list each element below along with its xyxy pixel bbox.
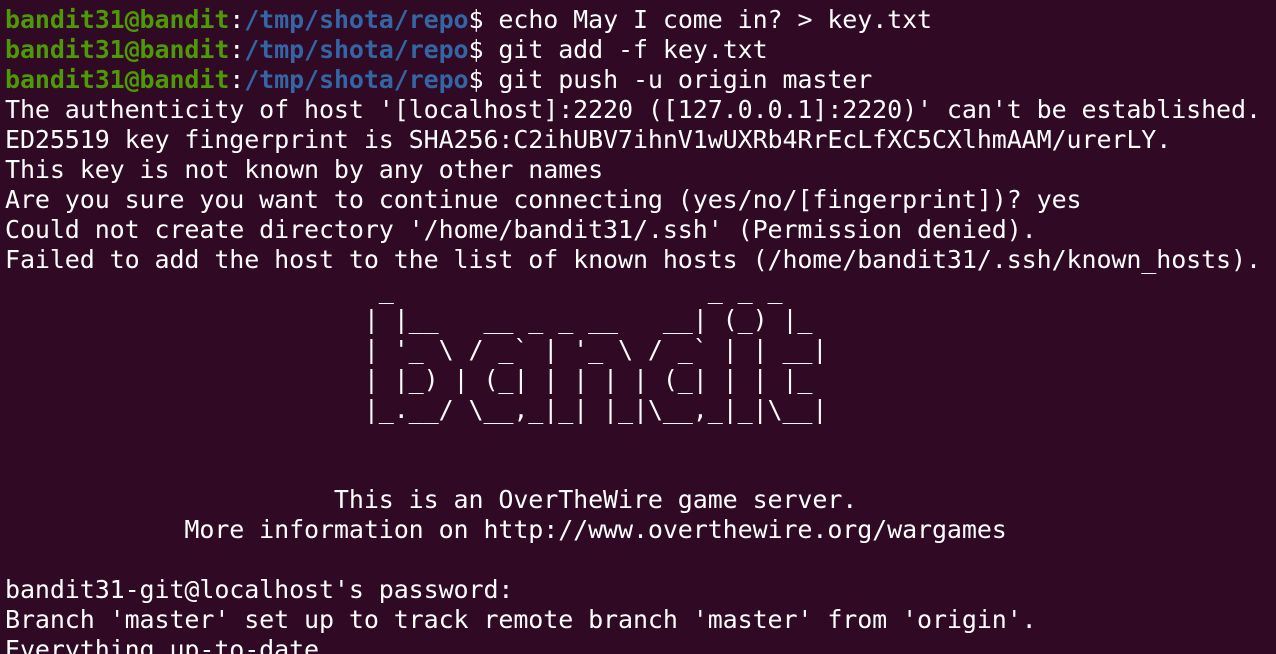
prompt-user-host: bandit31@bandit [5,65,230,94]
command-line-3: bandit31@bandit:/tmp/shota/repo$ git pus… [5,65,1261,95]
banner-art-line: | |__ __ _ _ __ __| (_) |_ [5,305,828,334]
prompt-dollar: $ [468,5,499,34]
banner-art-line [5,425,1261,455]
terminal-window[interactable]: bandit31@bandit:/tmp/shota/repo$ echo Ma… [0,0,1276,654]
output-line: Branch 'master' set up to track remote b… [5,605,1037,634]
banner-art-line [5,455,1261,485]
banner-art-line: | |_) | (_| | | | | (_| | | |_ [5,365,828,394]
command-text: git push -u origin master [498,65,873,94]
banner-art-line: | '_ \ / _` | '_ \ / _` | | __| [5,335,828,364]
banner-art-line: |_.__/ \__,_|_| |_|\__,_|_|\__| [5,395,828,424]
banner-text-line: This is an OverTheWire game server. [5,485,858,514]
prompt-colon: : [229,65,245,94]
output-line: ED25519 key fingerprint is SHA256:C2ihUB… [5,125,1172,154]
command-line-2: bandit31@bandit:/tmp/shota/repo$ git add… [5,35,1261,65]
prompt-dollar: $ [468,35,499,64]
prompt-colon: : [229,5,245,34]
password-prompt: bandit31-git@localhost's password: [5,575,514,604]
prompt-path: /tmp/shota/repo [244,5,469,34]
prompt-path: /tmp/shota/repo [244,35,469,64]
output-line: Everything up-to-date [5,635,319,654]
banner-text-line: More information on http://www.overthewi… [5,515,1007,544]
command-line-1: bandit31@bandit:/tmp/shota/repo$ echo Ma… [5,5,1261,35]
prompt-user-host: bandit31@bandit [5,5,230,34]
prompt-colon: : [229,35,245,64]
terminal-output: bandit31@bandit:/tmp/shota/repo$ echo Ma… [5,5,1261,654]
prompt-path: /tmp/shota/repo [244,65,469,94]
command-text: echo May I come in? > key.txt [498,5,933,34]
output-line: The authenticity of host '[localhost]:22… [5,95,1261,124]
prompt-user-host: bandit31@bandit [5,35,230,64]
output-line: Failed to add the host to the list of kn… [5,245,1261,274]
prompt-dollar: $ [468,65,499,94]
output-line: This key is not known by any other names [5,155,604,184]
command-text: git add -f key.txt [498,35,768,64]
output-line: Are you sure you want to continue connec… [5,185,1082,214]
banner-art-line: _ _ _ _ [5,275,828,304]
output-line: Could not create directory '/home/bandit… [5,215,1037,244]
